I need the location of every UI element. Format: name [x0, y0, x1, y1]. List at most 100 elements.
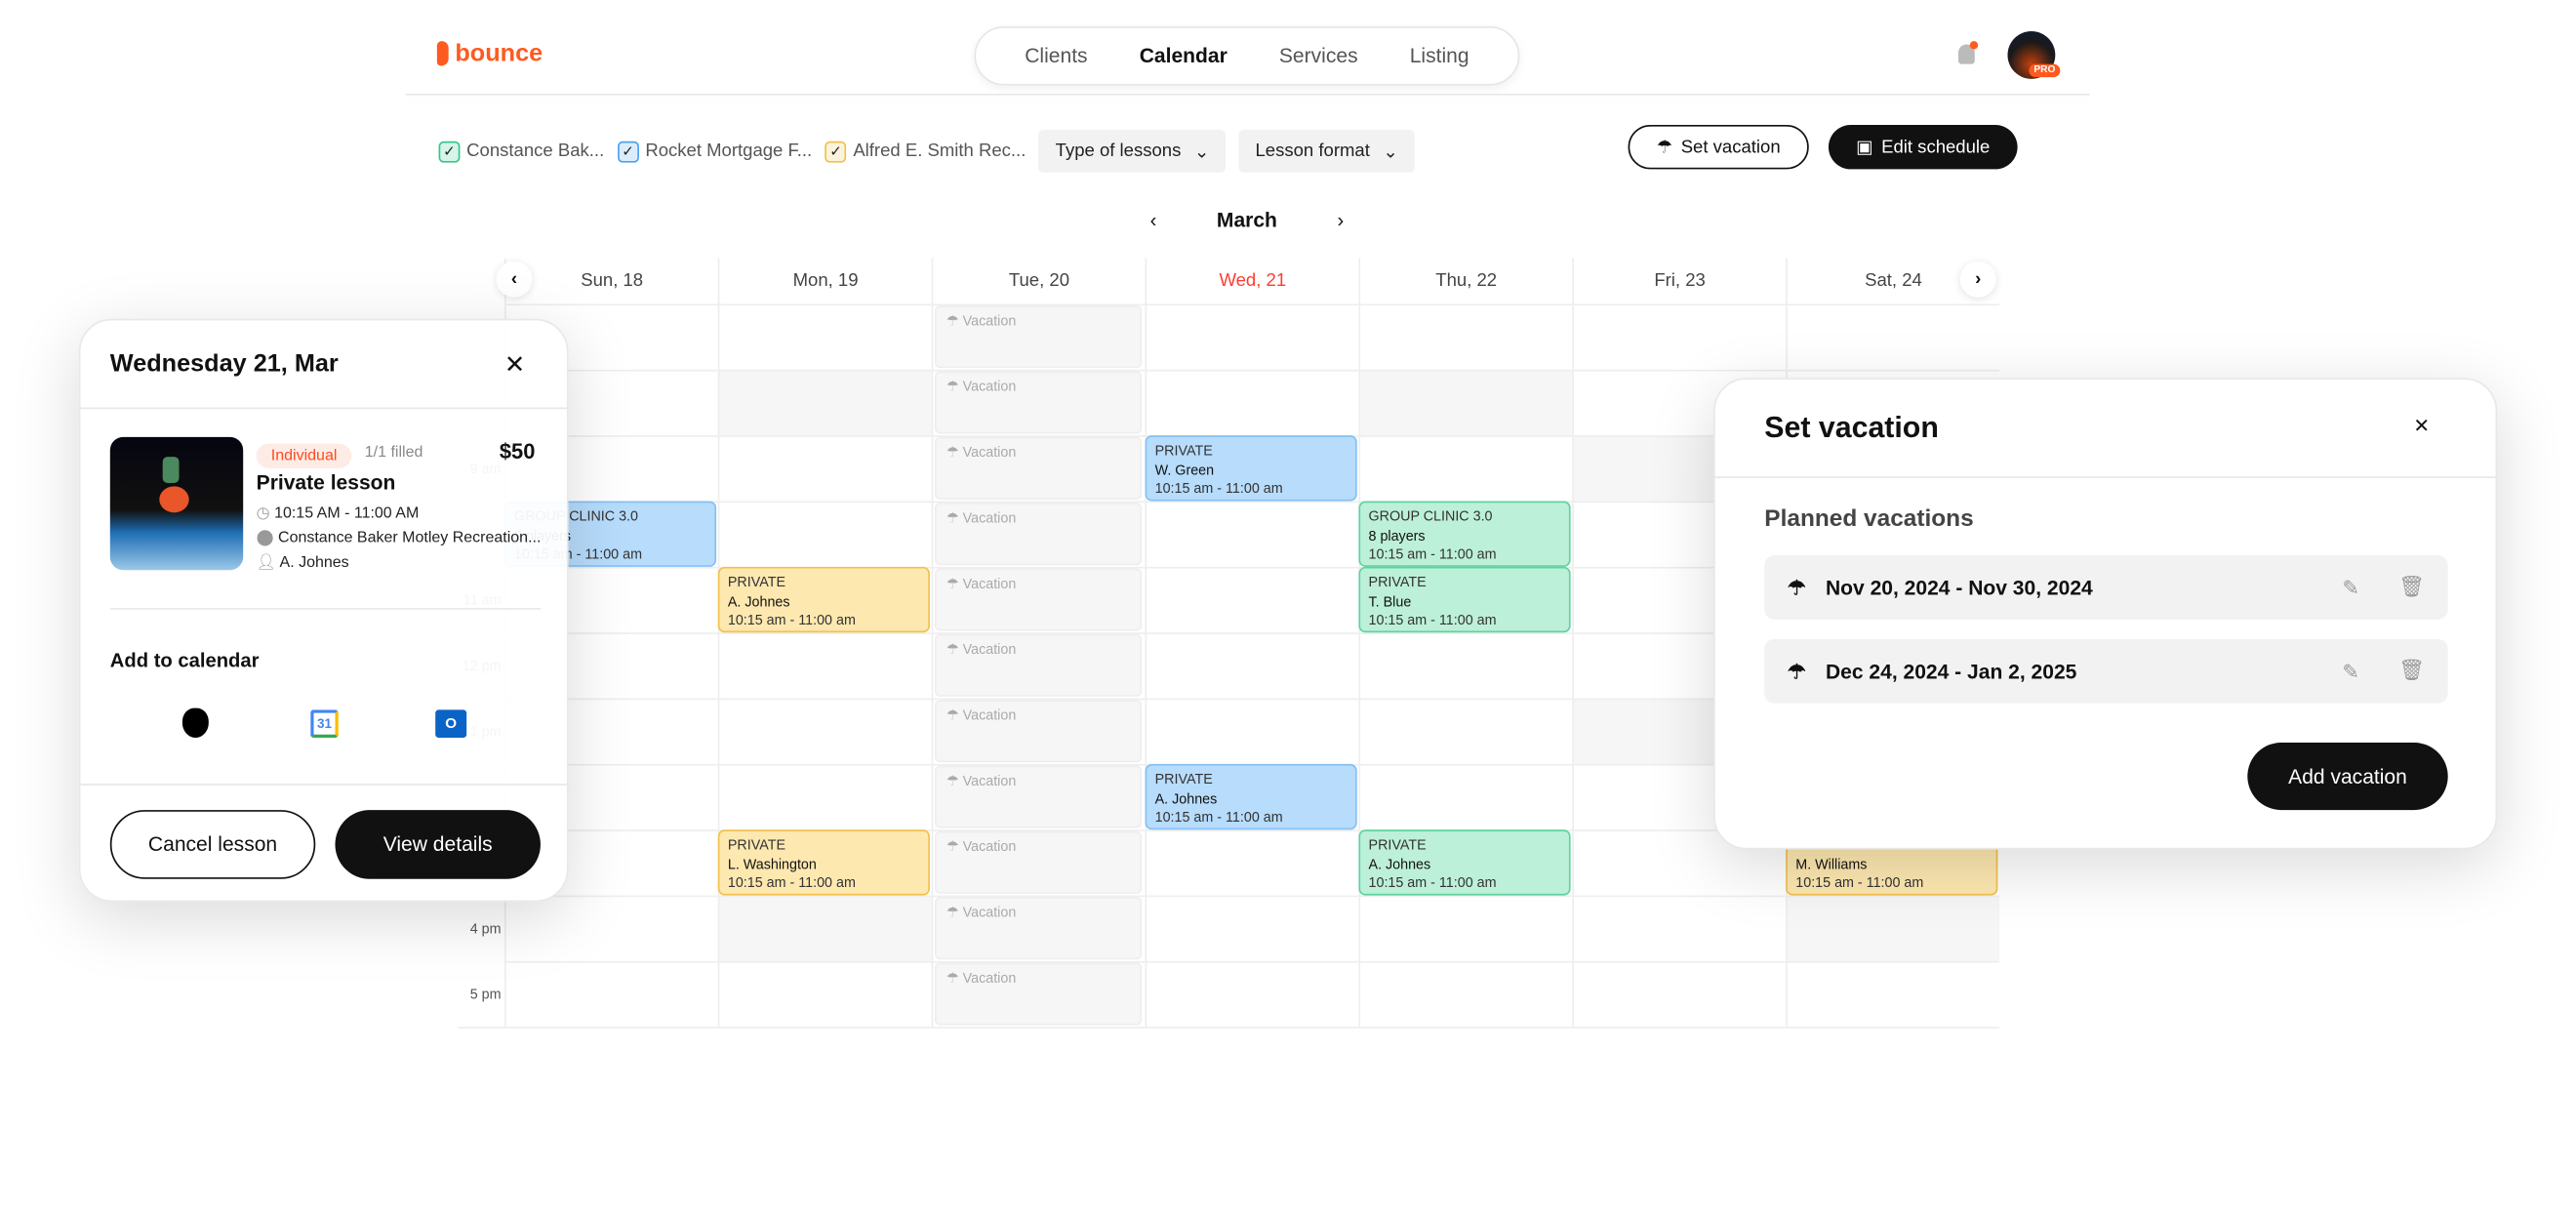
time-slot[interactable]	[1358, 763, 1573, 830]
time-slot[interactable]	[1145, 632, 1359, 699]
nav-listing[interactable]: Listing	[1410, 44, 1469, 67]
close-icon[interactable]: ✕	[504, 350, 525, 380]
time-slot[interactable]	[1358, 632, 1573, 699]
time-slot[interactable]	[717, 960, 932, 1028]
checkbox-icon[interactable]: ✓	[617, 140, 639, 162]
time-slot[interactable]	[1145, 895, 1359, 961]
checkbox-icon[interactable]: ✓	[438, 140, 461, 162]
vacation-block[interactable]: ☂ Vacation	[935, 962, 1143, 1026]
time-slot[interactable]	[1358, 435, 1573, 502]
apple-calendar-button[interactable]	[181, 707, 209, 738]
time-slot[interactable]	[1786, 960, 2000, 1028]
event-type: PRIVATE	[1368, 836, 1427, 853]
time-slot[interactable]	[1358, 303, 1573, 370]
time-slot[interactable]	[717, 632, 932, 699]
edit-schedule-button[interactable]: ▣ Edit schedule	[1828, 124, 2018, 170]
time-slot[interactable]	[717, 895, 932, 961]
cancel-lesson-button[interactable]: Cancel lesson	[109, 810, 316, 879]
calendar-icon: ▣	[1856, 138, 1873, 158]
lesson-event[interactable]: PRIVATE A. Johnes 10:15 am - 11:00 am	[1358, 829, 1571, 896]
vacation-block[interactable]: ☂ Vacation	[935, 436, 1143, 500]
location-filter[interactable]: ✓ Rocket Mortgage F...	[617, 140, 812, 162]
time-slot[interactable]	[503, 960, 718, 1028]
time-slot[interactable]	[717, 435, 932, 502]
lesson-event[interactable]: PRIVATE L. Washington 10:15 am - 11:00 am	[717, 829, 930, 896]
time-slot[interactable]	[1145, 369, 1359, 436]
time-slot[interactable]	[1358, 369, 1573, 436]
day-header[interactable]: Fri, 23	[1572, 258, 1786, 304]
time-slot[interactable]	[1572, 895, 1787, 961]
umbrella-icon: ☂	[1656, 138, 1673, 158]
event-type: PRIVATE	[1154, 770, 1213, 787]
lesson-event[interactable]: PRIVATE T. Blue 10:15 am - 11:00 am	[1358, 566, 1571, 633]
lesson-event[interactable]: PRIVATE A. Johnes 10:15 am - 11:00 am	[717, 566, 930, 633]
time-slot[interactable]	[1145, 501, 1359, 567]
vacation-block[interactable]: ☂ Vacation	[935, 305, 1143, 369]
outlook-icon[interactable]: O	[435, 709, 467, 738]
event-time: 10:15 am - 11:00 am	[727, 611, 856, 628]
lesson-event[interactable]: GROUP CLINIC 3.08 players10:15 am - 11:0…	[1358, 501, 1571, 567]
day-header[interactable]: Mon, 19	[717, 258, 932, 304]
time-slot[interactable]	[717, 698, 932, 764]
time-slot[interactable]	[1572, 960, 1787, 1028]
lesson-event[interactable]: PRIVATE W. Green 10:15 am - 11:00 am	[1145, 435, 1357, 502]
grid-bottom-line	[458, 1027, 2000, 1028]
set-vacation-button[interactable]: ☂ Set vacation	[1628, 124, 1809, 170]
close-icon[interactable]: ✕	[2413, 414, 2430, 437]
time-slot[interactable]	[717, 303, 932, 370]
time-slot[interactable]	[1145, 566, 1359, 633]
time-slot[interactable]	[1358, 960, 1573, 1028]
time-slot[interactable]	[1786, 895, 2000, 961]
vacation-block[interactable]: ☂ Vacation	[935, 633, 1143, 697]
vacation-block[interactable]: ☂ Vacation	[935, 503, 1143, 566]
nav-clients[interactable]: Clients	[1025, 44, 1087, 67]
vacation-block[interactable]: ☂ Vacation	[935, 700, 1143, 763]
view-details-button[interactable]: View details	[335, 810, 541, 879]
time-slot[interactable]	[503, 895, 718, 961]
pencil-icon[interactable]: ✎	[2342, 575, 2359, 600]
day-header[interactable]: Tue, 20	[931, 258, 1146, 304]
day-header[interactable]: Wed, 21	[1145, 258, 1359, 304]
checkbox-icon[interactable]: ✓	[825, 140, 847, 162]
vacation-block[interactable]: ☂ Vacation	[935, 897, 1143, 960]
vacation-block[interactable]: ☂ Vacation	[935, 830, 1143, 894]
vacation-block[interactable]: ☂ Vacation	[935, 371, 1143, 434]
google-calendar-icon[interactable]: 31	[310, 709, 339, 738]
trash-icon[interactable]: 🗑︎	[2398, 659, 2425, 683]
time-slot[interactable]	[717, 369, 932, 436]
day-header[interactable]: Sun, 18	[503, 258, 718, 304]
time-slot[interactable]	[1572, 303, 1787, 370]
time-slot[interactable]	[717, 501, 932, 567]
popup-title: Wednesday 21, Mar	[109, 349, 339, 379]
next-week-button[interactable]: ›	[1959, 261, 1996, 298]
time-slot[interactable]	[1145, 960, 1359, 1028]
vacation-block[interactable]: ☂ Vacation	[935, 568, 1143, 631]
nav-services[interactable]: Services	[1279, 44, 1358, 67]
divider	[109, 607, 541, 610]
location-filter[interactable]: ✓ Constance Bak...	[438, 140, 604, 162]
add-vacation-button[interactable]: Add vacation	[2247, 743, 2448, 811]
time-slot[interactable]	[1145, 829, 1359, 896]
time-slot[interactable]	[1358, 895, 1573, 961]
time-slot[interactable]	[1358, 698, 1573, 764]
day-header[interactable]: Thu, 22	[1358, 258, 1572, 304]
pencil-icon[interactable]: ✎	[2342, 659, 2359, 684]
time-slot[interactable]	[1786, 303, 2000, 370]
trash-icon[interactable]: 🗑︎	[2398, 575, 2425, 599]
type-of-lessons-dropdown[interactable]: Type of lessons ⌄	[1038, 130, 1227, 173]
lesson-event[interactable]: PRIVATE A. Johnes 10:15 am - 11:00 am	[1145, 763, 1357, 830]
time-slot[interactable]	[1145, 303, 1359, 370]
month-navigator: ‹ March ›	[1150, 209, 1345, 232]
umbrella-icon: ☂	[946, 311, 959, 329]
location-filter[interactable]: ✓ Alfred E. Smith Rec...	[825, 140, 1026, 162]
prev-month-button[interactable]: ‹	[1150, 209, 1157, 232]
vacation-block[interactable]: ☂ Vacation	[935, 765, 1143, 828]
lesson-format-dropdown[interactable]: Lesson format ⌄	[1238, 130, 1415, 173]
next-month-button[interactable]: ›	[1338, 209, 1345, 232]
umbrella-icon: ☂	[946, 640, 959, 658]
prev-week-button[interactable]: ‹	[496, 261, 533, 298]
nav-calendar[interactable]: Calendar	[1140, 44, 1228, 67]
bounce-logo[interactable]: bounce	[436, 39, 543, 67]
time-slot[interactable]	[1145, 698, 1359, 764]
time-slot[interactable]	[717, 763, 932, 830]
